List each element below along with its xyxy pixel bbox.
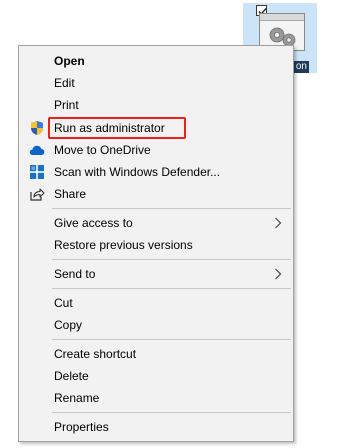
run-as-administrator-highlight-box [48, 117, 186, 139]
menu-item-give-access-to[interactable]: Give access to [21, 212, 291, 234]
menu-item-open[interactable]: Open [21, 50, 291, 72]
menu-item-label: Copy [54, 318, 83, 332]
menu-item-label: Edit [54, 76, 75, 90]
menu-separator [52, 208, 291, 209]
menu-item-restore-previous-versions[interactable]: Restore previous versions [21, 234, 291, 256]
menu-item-cut[interactable]: Cut [21, 292, 291, 314]
menu-separator [52, 412, 291, 413]
menu-item-move-to-onedrive[interactable]: Move to OneDrive [21, 139, 291, 161]
menu-item-label: Open [54, 54, 85, 68]
menu-item-label: Properties [54, 420, 109, 434]
menu-item-label: Give access to [54, 216, 133, 230]
onedrive-cloud-icon [29, 142, 45, 158]
menu-item-label: Rename [54, 391, 100, 405]
menu-separator [52, 259, 291, 260]
menu-item-print[interactable]: Print [21, 94, 291, 116]
menu-item-edit[interactable]: Edit [21, 72, 291, 94]
menu-item-label: Restore previous versions [54, 238, 193, 252]
menu-item-copy[interactable]: Copy [21, 314, 291, 336]
menu-separator [52, 339, 291, 340]
context-menu: Open Edit Print Run as administrator Mov… [18, 45, 294, 442]
menu-item-properties[interactable]: Properties [21, 416, 291, 438]
menu-item-rename[interactable]: Rename [21, 387, 291, 409]
menu-item-label: Print [54, 98, 79, 112]
menu-item-send-to[interactable]: Send to [21, 263, 291, 285]
uac-shield-icon [29, 120, 45, 136]
menu-item-create-shortcut[interactable]: Create shortcut [21, 343, 291, 365]
menu-item-scan-with-windows-defender[interactable]: Scan with Windows Defender... [21, 161, 291, 183]
menu-separator [52, 288, 291, 289]
chevron-right-icon [273, 216, 283, 230]
menu-item-label: Create shortcut [54, 347, 137, 361]
menu-item-label: Cut [54, 296, 73, 310]
menu-item-label: Move to OneDrive [54, 143, 151, 157]
windows-defender-icon [29, 164, 45, 180]
chevron-right-icon [273, 267, 283, 281]
menu-item-delete[interactable]: Delete [21, 365, 291, 387]
menu-item-label: Share [54, 187, 87, 201]
menu-item-share[interactable]: Share [21, 183, 291, 205]
share-icon [29, 186, 45, 202]
menu-item-label: Scan with Windows Defender... [54, 165, 221, 179]
menu-item-label: Delete [54, 369, 89, 383]
menu-item-label: Send to [54, 267, 96, 281]
file-name-caption: on [293, 61, 309, 73]
